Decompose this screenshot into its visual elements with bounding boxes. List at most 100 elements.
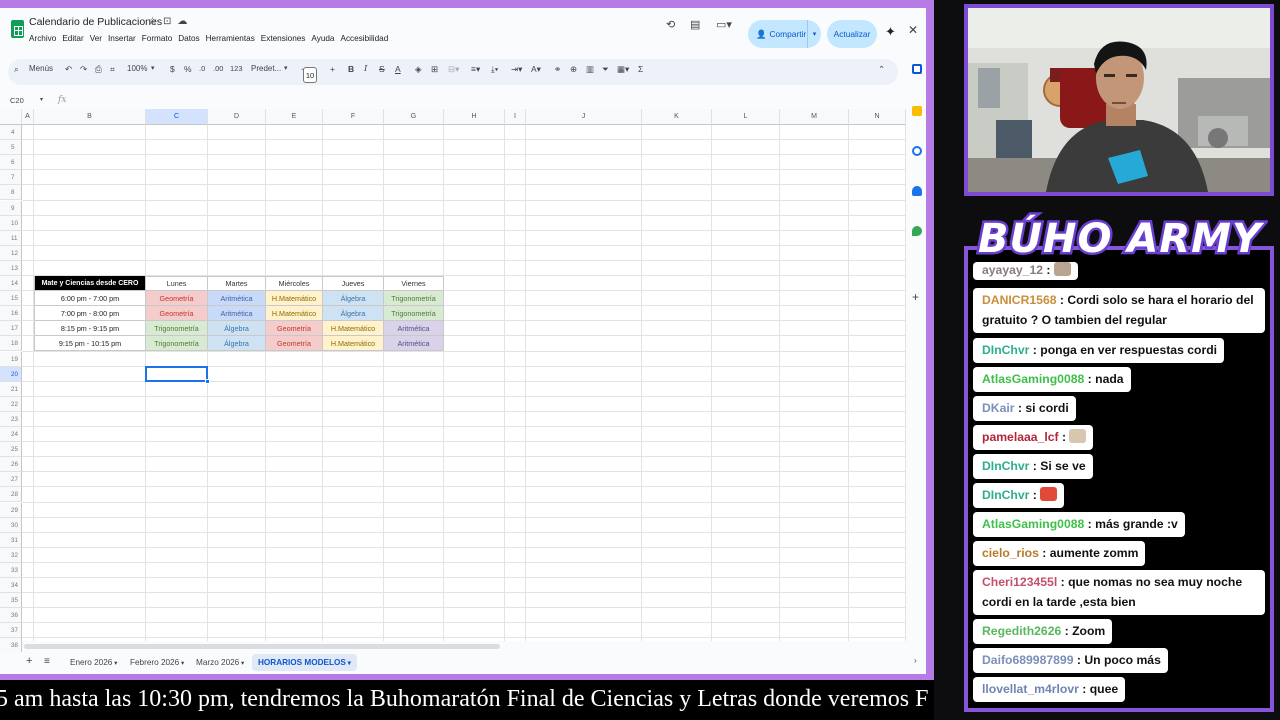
row-header[interactable]: 29 <box>0 502 22 518</box>
time-slot-cell[interactable]: 8:15 pm - 9:15 pm <box>34 321 146 337</box>
menu-item-archivo[interactable]: Archivo <box>29 34 56 43</box>
chevron-down-icon[interactable]: ▾ <box>346 660 351 667</box>
font-select[interactable]: Predet... <box>251 64 281 73</box>
row-header[interactable]: 14 <box>0 276 22 292</box>
column-header-a[interactable]: A <box>22 109 34 125</box>
close-icon[interactable]: ✕ <box>908 23 918 37</box>
chat-username[interactable]: DANICR1568 <box>982 293 1057 307</box>
calendar-addon-icon[interactable] <box>912 64 922 74</box>
time-slot-cell[interactable]: 6:00 pm - 7:00 pm <box>34 291 146 307</box>
day-header-cell[interactable]: Jueves <box>323 276 384 292</box>
chat-username[interactable]: cielo_rios <box>982 546 1039 560</box>
sheet-tab[interactable]: HORARIOS MODELOS ▾ <box>252 654 357 671</box>
subject-cell[interactable]: H.Matemático <box>266 306 323 322</box>
subject-cell[interactable]: H.Matemático <box>266 291 323 307</box>
rotate-icon[interactable]: A▾ <box>531 64 541 75</box>
day-header-cell[interactable]: Martes <box>208 276 266 292</box>
row-header[interactable]: 9 <box>0 200 22 216</box>
all-sheets-icon[interactable]: ≡ <box>44 656 50 667</box>
menu-item-extensiones[interactable]: Extensiones <box>261 34 306 43</box>
row-header[interactable]: 26 <box>0 457 22 473</box>
row-header[interactable]: 37 <box>0 623 22 639</box>
font-size-input[interactable]: 10 <box>303 67 317 83</box>
link-icon[interactable]: ⚭ <box>554 64 561 75</box>
chat-username[interactable]: AtlasGaming0088 <box>982 517 1084 531</box>
chevron-down-icon[interactable]: ▾ <box>112 660 117 667</box>
row-header[interactable]: 16 <box>0 306 22 322</box>
column-header-m[interactable]: M <box>780 109 849 125</box>
chevron-right-icon[interactable]: › <box>914 656 917 665</box>
chat-username[interactable]: DInChvr <box>982 343 1029 357</box>
strikethrough-icon[interactable]: S <box>379 64 385 74</box>
column-header-j[interactable]: J <box>526 109 642 125</box>
column-header-e[interactable]: E <box>266 109 323 125</box>
select-all-corner[interactable] <box>0 109 22 125</box>
chat-username[interactable]: Regedith2626 <box>982 624 1061 638</box>
column-header-g[interactable]: G <box>384 109 444 125</box>
share-button[interactable]: 👤 Compartir ▾ <box>748 20 821 48</box>
add-sheet-icon[interactable]: + <box>26 655 32 667</box>
menu-item-herramientas[interactable]: Herramientas <box>206 34 255 43</box>
text-color-icon[interactable]: A <box>395 64 401 74</box>
gemini-icon[interactable]: ✦ <box>885 24 896 40</box>
filter-icon[interactable]: ⏷ <box>602 64 609 75</box>
chevron-down-icon[interactable]: ▾ <box>239 660 244 667</box>
active-cell-selection[interactable] <box>145 365 208 382</box>
subject-cell[interactable]: Álgebra <box>208 321 266 337</box>
paint-format-icon[interactable]: ⌗ <box>110 64 115 75</box>
horizontal-scrollbar[interactable] <box>24 644 500 649</box>
row-header[interactable]: 8 <box>0 185 22 201</box>
subject-cell[interactable]: Álgebra <box>208 336 266 352</box>
subject-cell[interactable]: Geometría <box>146 291 208 307</box>
menu-item-datos[interactable]: Datos <box>178 34 199 43</box>
number-format-button[interactable]: 123 <box>230 64 243 73</box>
subject-cell[interactable]: Aritmética <box>208 306 266 322</box>
subject-cell[interactable]: Aritmética <box>384 336 444 352</box>
row-header[interactable]: 19 <box>0 351 22 367</box>
chevron-down-icon[interactable]: ▾ <box>179 660 184 667</box>
collapse-icon[interactable]: ⌃ <box>878 64 885 75</box>
keep-icon[interactable] <box>912 106 922 116</box>
undo-icon[interactable]: ↶ <box>65 64 72 75</box>
row-header[interactable]: 17 <box>0 321 22 337</box>
chat-username[interactable]: Cheri123455l <box>982 575 1057 589</box>
row-header[interactable]: 28 <box>0 487 22 503</box>
row-header[interactable]: 23 <box>0 411 22 427</box>
menu-item-formato[interactable]: Formato <box>142 34 172 43</box>
decrease-decimal-button[interactable]: .0 <box>199 64 205 73</box>
row-header[interactable]: 6 <box>0 155 22 171</box>
fill-handle[interactable] <box>205 378 210 384</box>
bold-icon[interactable]: B <box>348 64 354 74</box>
day-header-cell[interactable]: Miércoles <box>266 276 323 292</box>
subject-cell[interactable]: H.Matemático <box>323 336 384 352</box>
filter-views-icon[interactable]: ▦▾ <box>617 64 629 75</box>
subject-cell[interactable]: Aritmética <box>384 321 444 337</box>
subject-cell[interactable]: Geometría <box>146 306 208 322</box>
document-title[interactable]: Calendario de Publicaciones <box>29 16 162 28</box>
chat-username[interactable]: DKair <box>982 401 1015 415</box>
fill-color-icon[interactable]: ◈ <box>415 64 422 75</box>
star-move-cloud-icons[interactable]: ☆⊡☁ <box>148 16 193 27</box>
update-button[interactable]: Actualizar <box>827 20 877 48</box>
zoom-select[interactable]: 100% <box>127 64 147 73</box>
sheets-logo-icon[interactable] <box>11 20 24 38</box>
row-header[interactable]: 13 <box>0 260 22 276</box>
chat-username[interactable]: DInChvr <box>982 459 1029 473</box>
row-header[interactable]: 31 <box>0 532 22 548</box>
row-header[interactable]: 25 <box>0 442 22 458</box>
column-header-d[interactable]: D <box>208 109 266 125</box>
column-header-l[interactable]: L <box>712 109 780 125</box>
redo-icon[interactable]: ↷ <box>80 64 87 75</box>
day-header-cell[interactable]: Lunes <box>146 276 208 292</box>
borders-icon[interactable]: ⊞ <box>431 64 438 75</box>
sheet-grid[interactable]: A B C D E F G H I J K L M N 4 5 6 7 8 9 10 11 12 13 14 15 16 17 18 19… <box>0 109 906 654</box>
chat-username[interactable]: AtlasGaming0088 <box>982 372 1084 386</box>
increase-decimal-button[interactable]: .00 <box>213 64 223 73</box>
subject-cell[interactable]: Geometría <box>266 336 323 352</box>
row-header[interactable]: 20 <box>0 366 22 382</box>
functions-icon[interactable]: Σ <box>638 64 643 74</box>
chat-username[interactable]: Daifo689987899 <box>982 653 1073 667</box>
time-slot-cell[interactable]: 9:15 pm - 10:15 pm <box>34 336 146 352</box>
row-header[interactable]: 4 <box>0 125 22 141</box>
subject-cell[interactable]: Geometría <box>266 321 323 337</box>
